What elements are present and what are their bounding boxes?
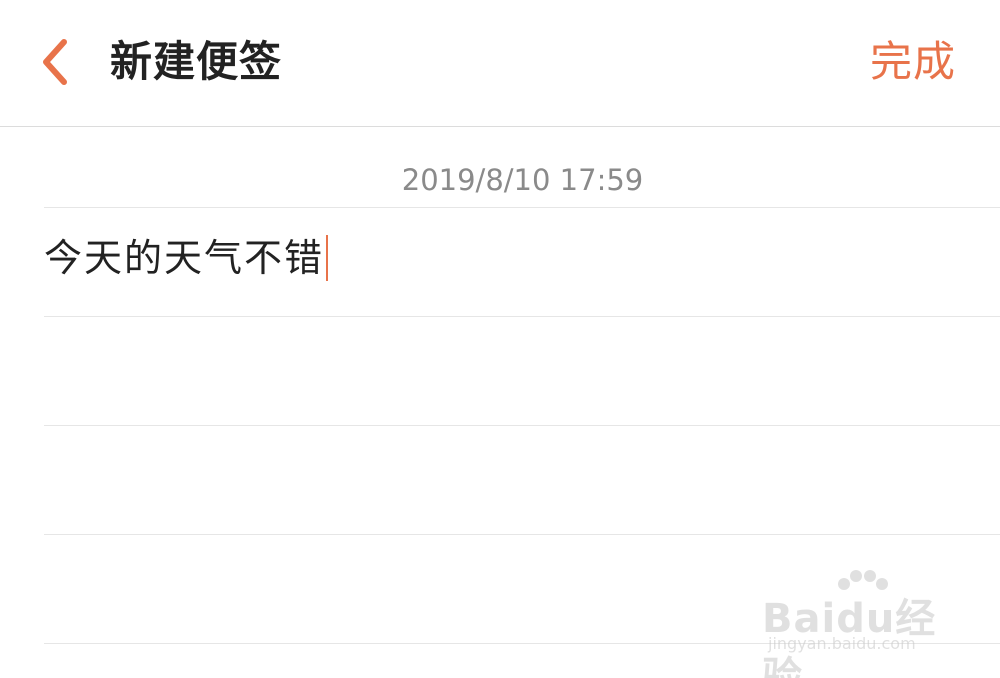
ruled-line [44,425,1000,426]
ruled-line [44,316,1000,317]
done-button[interactable]: 完成 [870,34,956,90]
header-bar: 新建便签 完成 [0,0,1000,127]
note-text-area[interactable]: 今天的天气不错 [44,228,329,288]
chevron-left-icon [43,39,67,85]
back-button[interactable] [30,30,90,94]
baidu-watermark: Baidu经验 jingyan.baidu.com [762,568,962,678]
ruled-line [44,534,1000,535]
note-content: 今天的天气不错 [44,236,325,280]
note-timestamp: 2019/8/10 17:59 [401,163,644,197]
page-title: 新建便签 [110,37,283,86]
text-caret [326,235,329,281]
note-editor-screen: 新建便签 完成 2019/8/10 17:59 今天的天气不错 Baidu经验 … [0,0,1000,678]
ruled-line [44,207,1000,208]
watermark-url: jingyan.baidu.com [768,634,916,653]
watermark-logo: Baidu经验 [762,596,937,678]
